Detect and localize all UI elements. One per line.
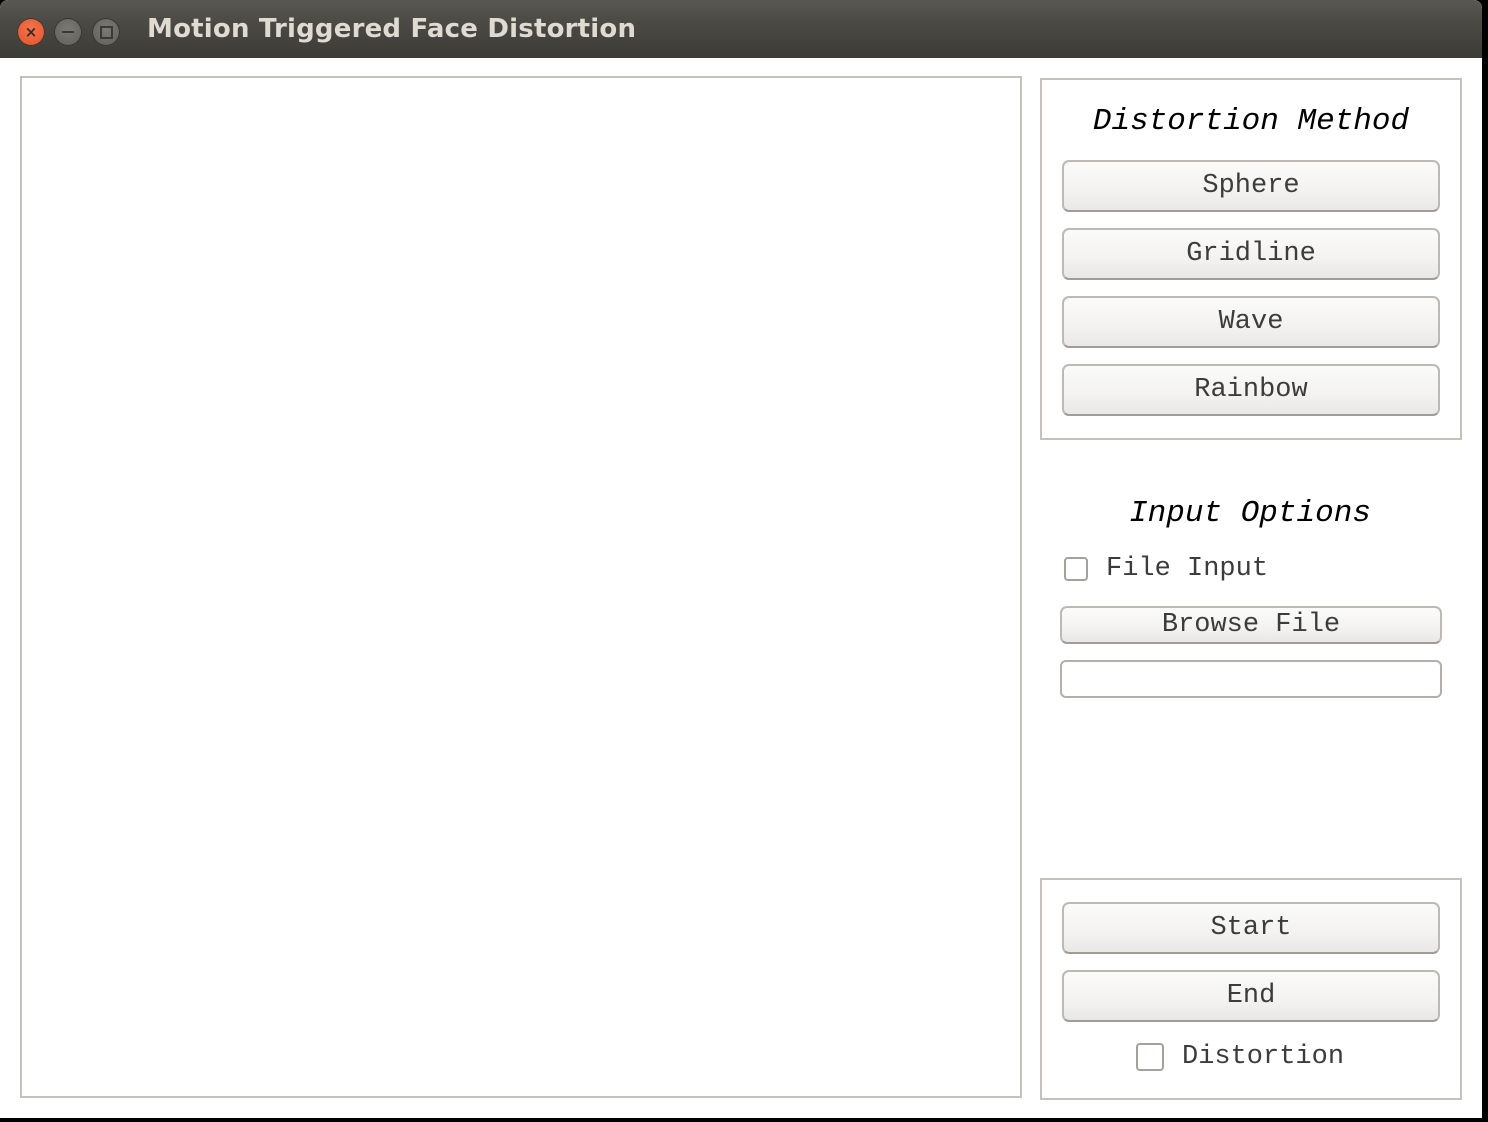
app-window: × Motion Triggered Face Distortion Disto… bbox=[0, 0, 1482, 1118]
background-terminal-strip bbox=[0, 1118, 1488, 1122]
distortion-checkbox-row[interactable]: Distortion bbox=[1136, 1042, 1344, 1072]
start-button[interactable]: Start bbox=[1062, 902, 1440, 954]
close-icon: × bbox=[24, 22, 38, 41]
file-input-label: File Input bbox=[1106, 554, 1269, 584]
browse-file-button[interactable]: Browse File bbox=[1060, 606, 1442, 644]
end-button[interactable]: End bbox=[1062, 970, 1440, 1022]
distortion-method-heading: Distortion Method bbox=[1092, 104, 1410, 139]
close-button[interactable]: × bbox=[17, 18, 45, 46]
distortion-method-group: Distortion Method Sphere Gridline Wave R… bbox=[1040, 78, 1462, 440]
wave-button[interactable]: Wave bbox=[1062, 296, 1440, 348]
minimize-button[interactable] bbox=[54, 18, 82, 46]
maximize-button[interactable] bbox=[92, 18, 120, 46]
file-input-checkbox-row[interactable]: File Input bbox=[1064, 554, 1268, 584]
controls-group: Start End Distortion bbox=[1040, 878, 1462, 1100]
rainbow-button[interactable]: Rainbow bbox=[1062, 364, 1440, 416]
distortion-label: Distortion bbox=[1182, 1042, 1345, 1072]
input-options-heading: Input Options bbox=[1129, 496, 1371, 531]
minimize-icon bbox=[62, 31, 74, 33]
window-title: Motion Triggered Face Distortion bbox=[147, 14, 637, 44]
distortion-checkbox[interactable] bbox=[1136, 1043, 1164, 1071]
title-bar[interactable]: × Motion Triggered Face Distortion bbox=[0, 0, 1482, 58]
gridline-button[interactable]: Gridline bbox=[1062, 228, 1440, 280]
sphere-button[interactable]: Sphere bbox=[1062, 160, 1440, 212]
file-input-checkbox[interactable] bbox=[1064, 557, 1088, 581]
maximize-icon bbox=[99, 25, 113, 39]
file-path-field[interactable] bbox=[1060, 660, 1442, 698]
video-display-canvas bbox=[20, 76, 1022, 1098]
